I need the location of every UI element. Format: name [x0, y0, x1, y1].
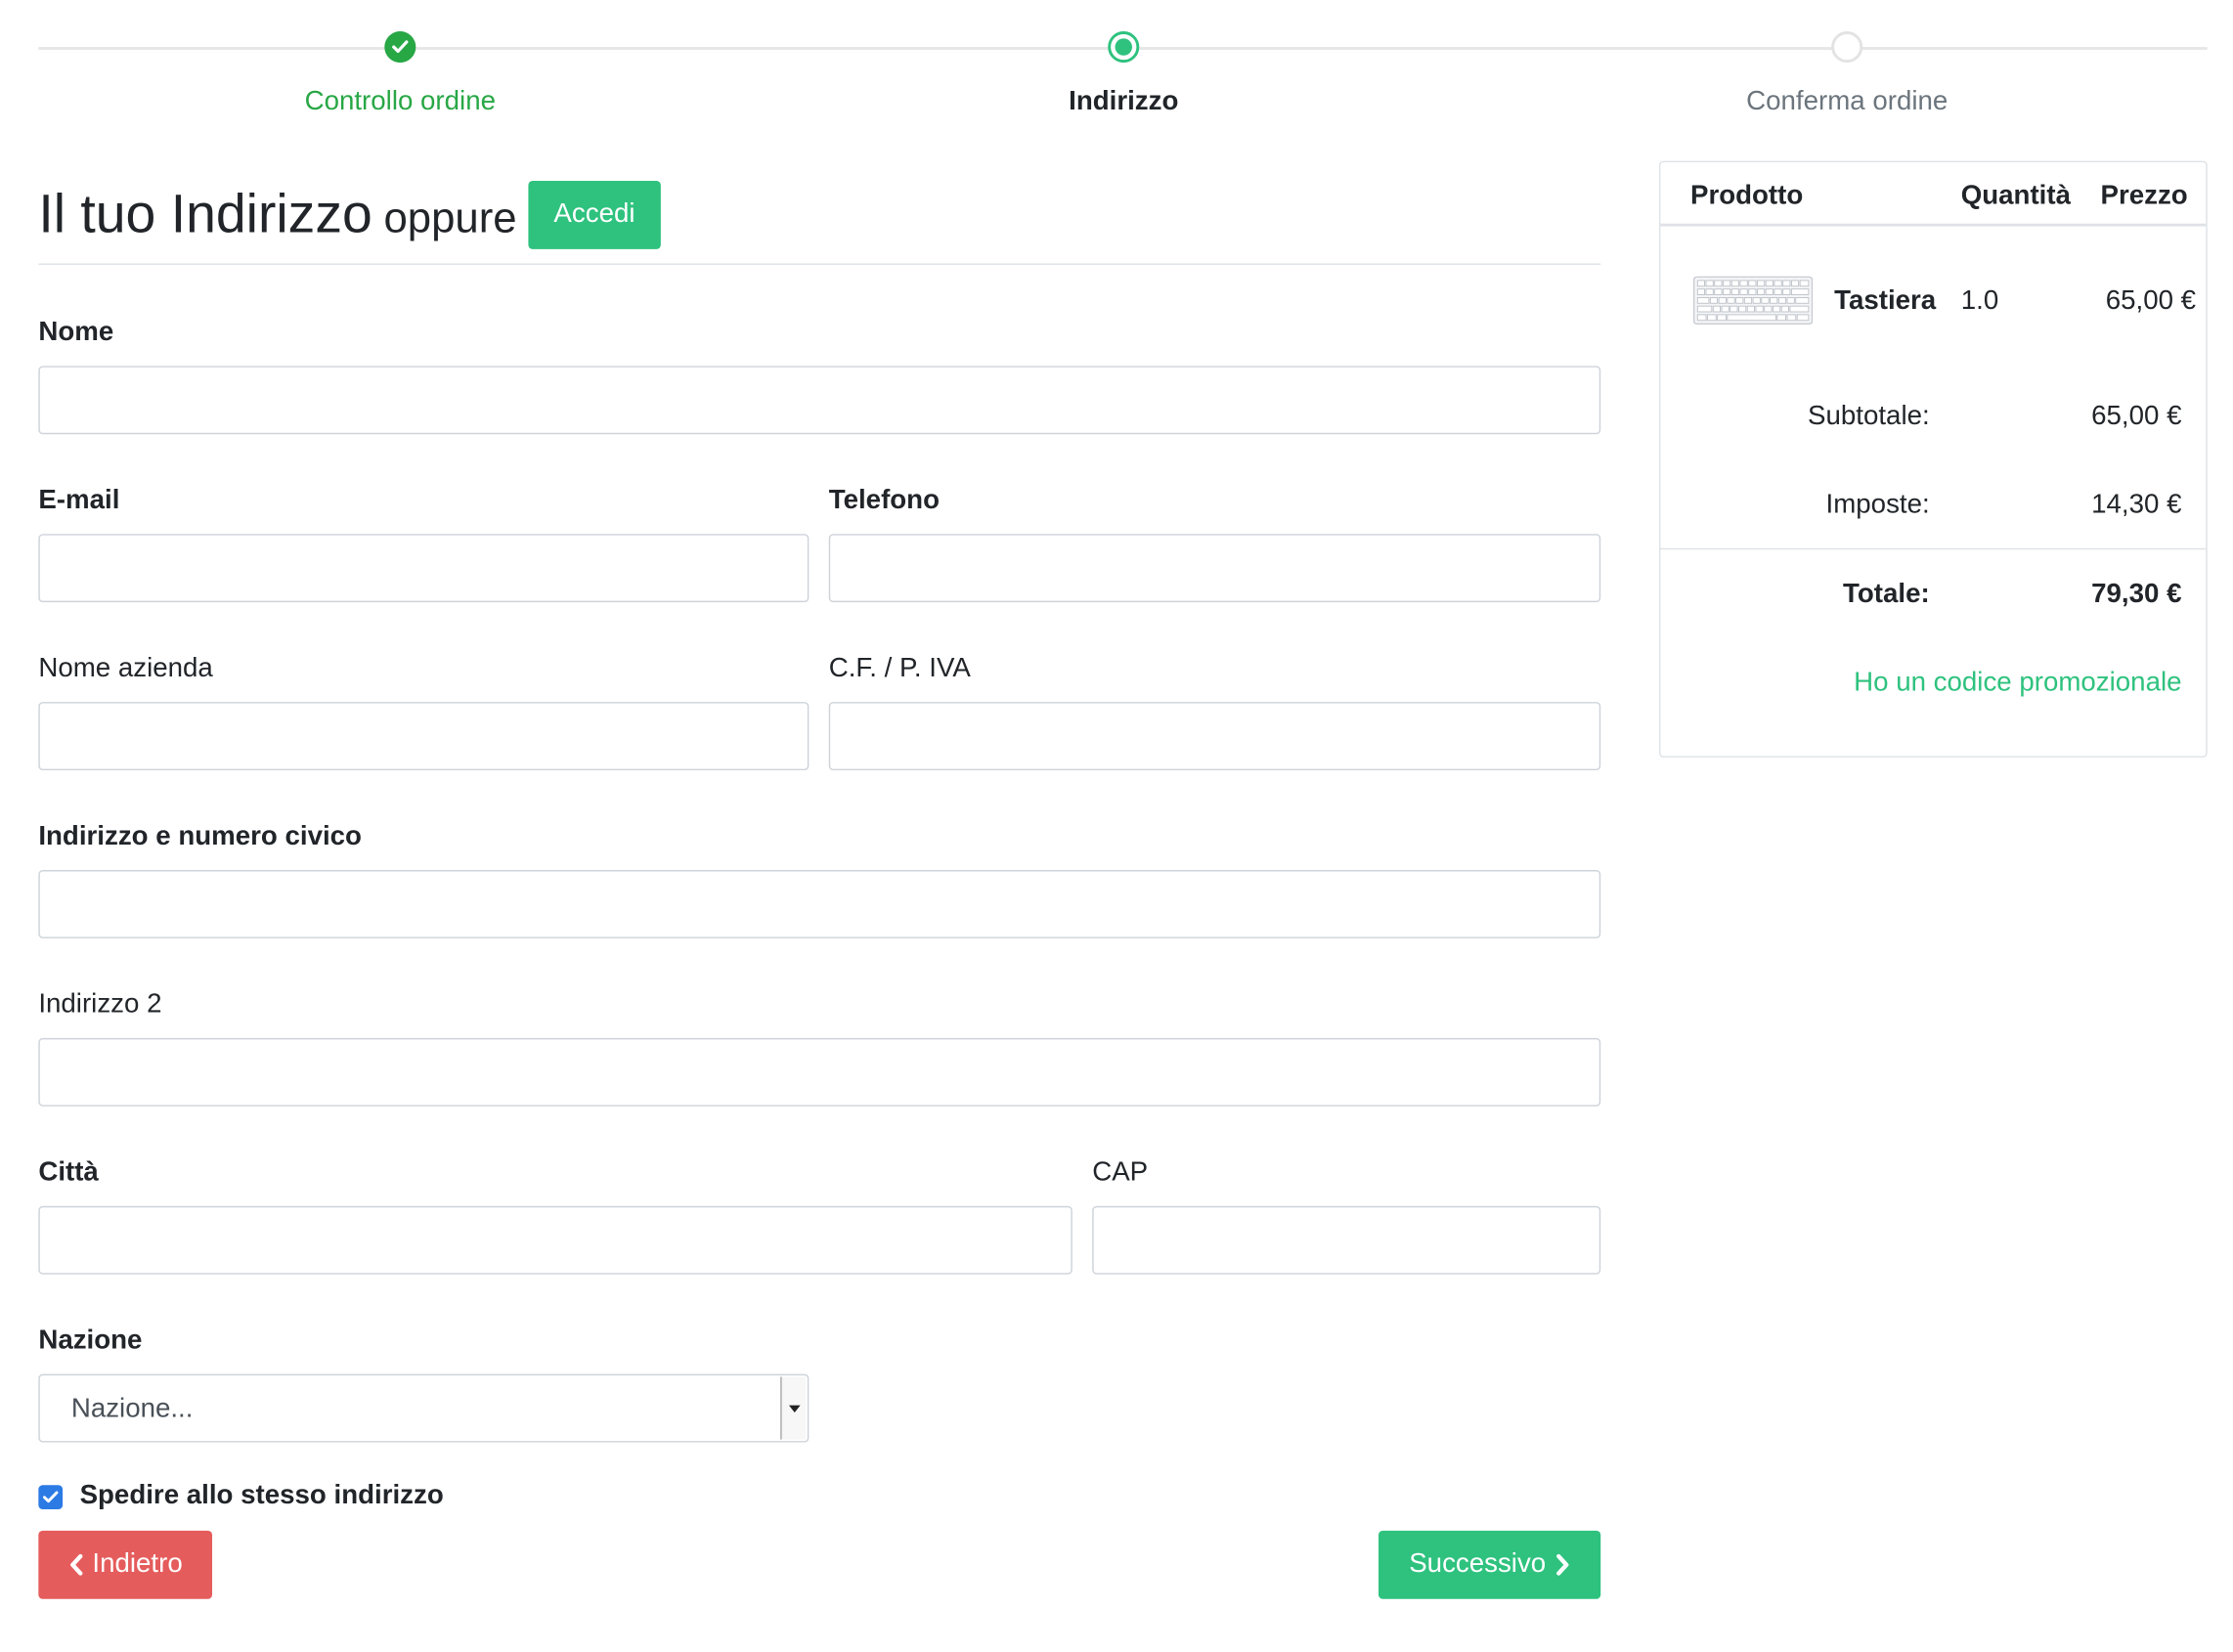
- indirizzo2-label: Indirizzo 2: [38, 989, 162, 1020]
- checkout-content: Controllo ordine Indirizzo Conferma ordi…: [0, 0, 2233, 1652]
- email-input[interactable]: [38, 534, 810, 603]
- next-button-label: Successivo: [1409, 1548, 1547, 1580]
- subtotal-value: 65,00 €: [2091, 401, 2182, 432]
- check-circle-icon: [384, 31, 416, 64]
- nome-input[interactable]: [38, 366, 1601, 435]
- cart-total-divider: [1660, 547, 2207, 550]
- cart-col-product: Prodotto: [1689, 180, 1804, 211]
- indirizzo-label: Indirizzo e numero civico: [38, 821, 362, 852]
- cf-iva-label: C.F. / P. IVA: [828, 653, 971, 684]
- pending-step-dot-icon: [1831, 31, 1863, 64]
- citta-input[interactable]: [38, 1205, 1073, 1275]
- total-value: 79,30 €: [2091, 579, 2182, 610]
- back-button[interactable]: Indietro: [38, 1530, 213, 1599]
- cf-iva-input[interactable]: [828, 702, 1601, 771]
- oppure-text: oppure: [383, 195, 517, 242]
- stesso-indirizzo-row[interactable]: Spedire allo stesso indirizzo: [38, 1481, 444, 1512]
- subtotal-label: Subtotale:: [1808, 401, 1930, 432]
- checkout-page: Controllo ordine Indirizzo Conferma ordi…: [0, 0, 2233, 1636]
- keyboard-icon: [1692, 276, 1814, 326]
- nazione-selected-value: Nazione...: [70, 1394, 194, 1424]
- active-step-dot-icon: [1108, 31, 1140, 64]
- cart-header-divider: [1660, 223, 2207, 227]
- nome-label: Nome: [38, 317, 114, 348]
- promo-code-link[interactable]: Ho un codice promozionale: [1854, 668, 2181, 699]
- step-label: Controllo ordine: [304, 86, 496, 117]
- cart-col-price: Prezzo: [2100, 180, 2188, 211]
- cap-input[interactable]: [1092, 1205, 1601, 1275]
- azienda-label: Nome azienda: [38, 653, 213, 684]
- next-button[interactable]: Successivo: [1378, 1530, 1601, 1599]
- telefono-label: Telefono: [828, 485, 941, 516]
- step-label: Indirizzo: [1069, 86, 1179, 117]
- nazione-label: Nazione: [38, 1326, 143, 1356]
- page-title: Il tuo Indirizzo: [38, 185, 372, 245]
- indirizzo-input[interactable]: [38, 869, 1601, 938]
- nazione-select[interactable]: Nazione...: [38, 1373, 810, 1443]
- cart-summary: Prodotto Quantità Prezzo Tastiera 1.0 65…: [1658, 160, 2208, 758]
- citta-label: Città: [38, 1157, 99, 1188]
- step-controllo-ordine[interactable]: Controllo ordine: [187, 31, 614, 118]
- total-label: Totale:: [1843, 579, 1930, 610]
- cart-item-price: 65,00 €: [2105, 285, 2197, 317]
- telefono-input[interactable]: [828, 534, 1601, 603]
- stesso-indirizzo-checkbox[interactable]: [38, 1484, 64, 1509]
- stesso-indirizzo-label[interactable]: Spedire allo stesso indirizzo: [80, 1481, 444, 1512]
- cart-item-quantity: 1.0: [1960, 285, 1999, 317]
- step-indirizzo[interactable]: Indirizzo: [910, 31, 1337, 118]
- step-conferma-ordine[interactable]: Conferma ordine: [1634, 31, 2061, 118]
- azienda-input[interactable]: [38, 702, 810, 771]
- taxes-label: Imposte:: [1825, 490, 1930, 520]
- indirizzo2-input[interactable]: [38, 1037, 1601, 1107]
- cart-item-name: Tastiera: [1834, 285, 1937, 317]
- email-label: E-mail: [38, 485, 120, 516]
- address-heading: Il tuo Indirizzo oppure Accedi: [38, 171, 661, 259]
- heading-divider: [38, 263, 1601, 265]
- back-button-label: Indietro: [92, 1548, 183, 1580]
- chevron-left-icon: [69, 1553, 83, 1576]
- taxes-value: 14,30 €: [2091, 490, 2182, 520]
- cart-col-quantity: Quantità: [1960, 180, 2071, 211]
- cap-label: CAP: [1092, 1157, 1149, 1188]
- login-button[interactable]: Accedi: [528, 180, 661, 249]
- chevron-right-icon: [1555, 1553, 1568, 1576]
- dropdown-arrow-icon[interactable]: [780, 1376, 807, 1440]
- step-label: Conferma ordine: [1746, 86, 1948, 117]
